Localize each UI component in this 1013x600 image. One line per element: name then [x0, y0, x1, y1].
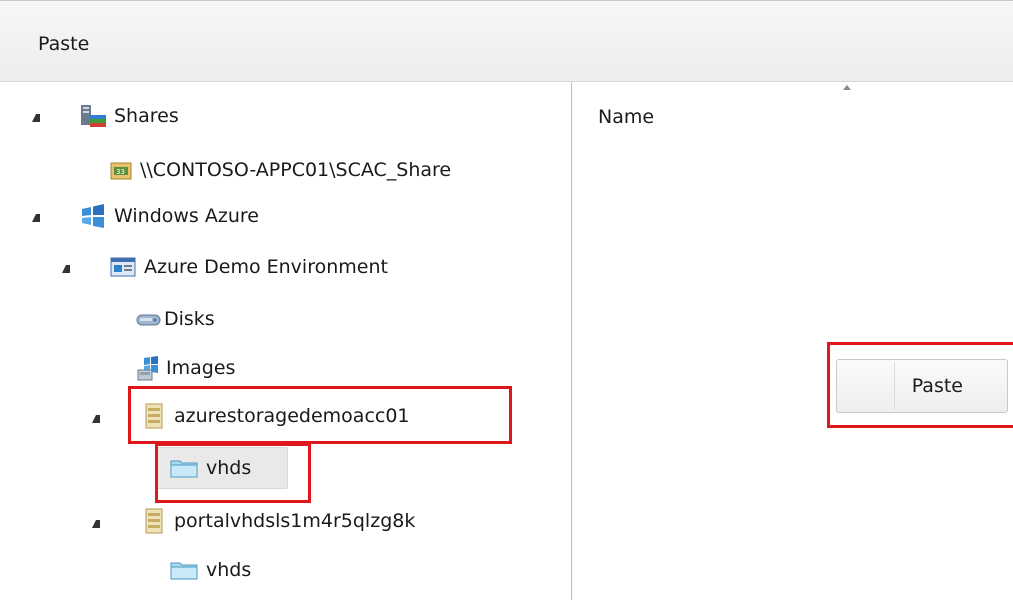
container-folder-icon	[170, 559, 198, 581]
sort-ascending-icon	[843, 85, 851, 90]
subscription-icon	[110, 256, 138, 278]
svg-text:33: 33	[116, 168, 125, 176]
shares-icon	[78, 103, 108, 129]
network-share-icon: 33	[110, 159, 134, 181]
tree-item-label: Images	[166, 357, 236, 379]
tree-item-disks[interactable]: Disks	[136, 301, 215, 337]
tree-item-share-path[interactable]: 33 \\CONTOSO-APPC01\SCAC_Share	[110, 152, 451, 188]
tree-item-shares[interactable]: Shares	[78, 98, 179, 134]
toolbar: Paste	[0, 0, 1013, 82]
collapse-arrow-icon[interactable]	[62, 265, 70, 273]
tree-item-storage-account-2[interactable]: portalvhdsls1m4r5qlzg8k	[144, 503, 415, 539]
tree-item-label: Windows Azure	[114, 205, 259, 227]
tree-item-windows-azure[interactable]: Windows Azure	[78, 198, 259, 234]
tree-item-label: portalvhdsls1m4r5qlzg8k	[174, 510, 416, 532]
windows-azure-icon	[78, 203, 108, 229]
tree-item-label: \\CONTOSO-APPC01\SCAC_Share	[140, 159, 452, 181]
tree-item-vhds[interactable]: vhds	[170, 552, 251, 588]
storage-account-icon	[144, 508, 164, 534]
collapse-arrow-icon[interactable]	[92, 520, 100, 528]
images-icon	[136, 354, 164, 382]
pane-splitter[interactable]	[571, 82, 572, 600]
toolbar-paste-button[interactable]: Paste	[38, 33, 89, 55]
highlight-box-storage-account	[128, 386, 512, 444]
tree-item-label: Shares	[114, 105, 179, 127]
collapse-arrow-icon[interactable]	[32, 214, 40, 222]
highlight-box-paste	[827, 342, 1013, 428]
collapse-arrow-icon[interactable]	[92, 415, 100, 423]
disk-icon	[136, 310, 162, 328]
tree-item-label: Disks	[164, 308, 215, 330]
highlight-box-vhds	[155, 443, 311, 503]
tree-item-label: vhds	[206, 559, 252, 581]
collapse-arrow-icon[interactable]	[32, 114, 40, 122]
tree-item-azure-demo-environment[interactable]: Azure Demo Environment	[110, 249, 388, 285]
tree-item-label: Azure Demo Environment	[144, 256, 388, 278]
tree-item-images[interactable]: Images	[136, 350, 235, 386]
column-header-name[interactable]: Name	[598, 106, 654, 128]
